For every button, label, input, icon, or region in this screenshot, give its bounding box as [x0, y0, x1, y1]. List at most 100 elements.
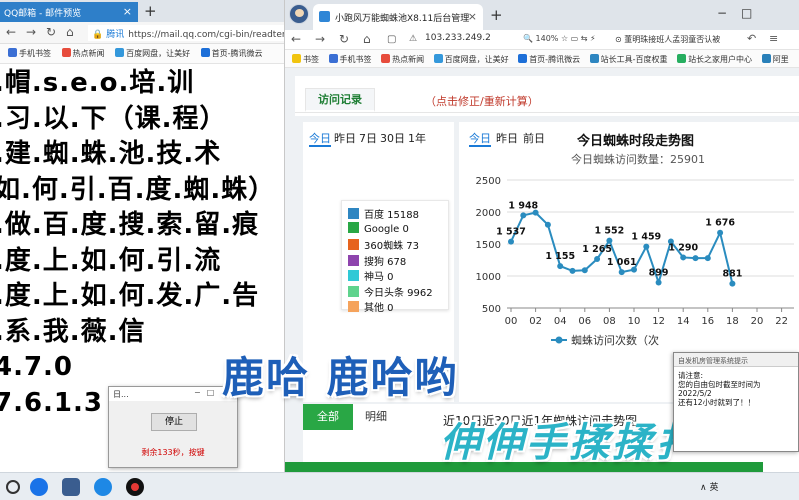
bookmark-item[interactable]: 阿里 [761, 54, 789, 64]
tab-detail[interactable]: 明细 [365, 404, 387, 430]
tab-yesterday[interactable]: 昨日 [496, 132, 518, 145]
legend-item: 神马 0 [348, 268, 442, 284]
legend-swatch [348, 221, 359, 233]
zoom-value: 140% [535, 34, 559, 43]
bookmark-item[interactable]: 热点新闻 [61, 48, 105, 58]
tab-today[interactable]: 今日 [469, 132, 491, 147]
split-icon[interactable]: ▢ [387, 34, 396, 45]
close-icon[interactable]: × [468, 10, 477, 23]
left-tab-title: QQ邮箱 - 邮件预览 [4, 9, 82, 19]
data-point [532, 209, 539, 216]
data-label: 1 948 [508, 200, 538, 211]
data-label: 1 155 [545, 251, 575, 262]
legend-item: 今日头条 9962 [348, 284, 442, 300]
app-icon[interactable] [62, 478, 80, 496]
legend-item: Google 0 [348, 221, 442, 238]
new-tab-icon[interactable]: + [490, 6, 503, 24]
tab-day-before[interactable]: 前日 [523, 132, 545, 145]
legend-label: 搜狗 678 [364, 256, 407, 268]
legend-swatch [348, 301, 359, 312]
data-label: 1 290 [668, 242, 698, 253]
source-legend: 百度 15188 Google 0 360蜘蛛 73 搜狗 678 神马 0 今日头条 9… [341, 200, 449, 314]
new-tab-icon[interactable]: + [144, 2, 157, 20]
text-line: 如.何.引.百.度.蜘.蛛） [0, 174, 276, 205]
legend-label: 其他 0 [364, 303, 394, 314]
data-point [729, 280, 736, 287]
cast-icon: ▭ [570, 34, 579, 43]
stop-button[interactable]: 停止 [151, 413, 197, 431]
x-tick-label: 02 [529, 316, 542, 327]
profile-avatar[interactable] [289, 4, 309, 24]
y-tick-label: 1500 [476, 240, 501, 251]
security-icon[interactable]: ⚠ [409, 34, 417, 44]
forward-icon[interactable]: → [26, 25, 36, 39]
recalculate-link[interactable]: （点击修正/重新计算） [425, 93, 539, 109]
bookmark-item[interactable]: 首页-腾讯微云 [518, 54, 580, 64]
legend-item: 百度 15188 [348, 206, 442, 222]
tab-7days[interactable]: 7日 [359, 132, 377, 145]
bolt-icon: ⚡ [590, 34, 596, 43]
tab-yesterday[interactable]: 昨日 [334, 132, 356, 145]
left-browser-tab[interactable]: QQ邮箱 - 邮件预览 × [0, 2, 138, 22]
data-point [508, 238, 514, 245]
period-tabs: 今日 昨日 7日 30日 1年 [309, 130, 429, 147]
legend-swatch [348, 208, 359, 219]
right-browser-tab[interactable]: 小跑风万能蜘蛛池X8.11后台管理 × [313, 4, 483, 30]
zoom-icon: 🔍 [523, 34, 533, 43]
data-label: 1 552 [595, 226, 625, 237]
bookmark-item[interactable]: 热点新闻 [381, 54, 424, 64]
legend-label: Google 0 [364, 223, 409, 235]
forward-icon[interactable]: → [315, 32, 325, 46]
back-icon[interactable]: ← [291, 32, 301, 46]
home-icon[interactable]: ⌂ [363, 32, 371, 46]
refresh-icon[interactable]: ↻ [46, 25, 56, 39]
lock-icon: 🔒 [92, 30, 104, 40]
bookmark-item[interactable]: 手机书签 [8, 48, 51, 58]
star-icon: ☆ [560, 34, 569, 43]
zoom-level[interactable]: 🔍 140% ☆ ▭ ⇆ ⚡ [523, 34, 596, 43]
menu-icon[interactable]: ≡ [769, 32, 778, 45]
timer-dialog: 日... −□× 停止 剩余133秒，按键 [108, 386, 238, 468]
refresh-icon[interactable]: ↻ [339, 32, 349, 46]
tab-1year[interactable]: 1年 [408, 132, 426, 145]
tab-all[interactable]: 全部 [303, 404, 353, 430]
bookmark-item[interactable]: 百度网盘，让美好 [433, 54, 509, 64]
overlay-caption: 伸伸手揉揉扌 [440, 420, 698, 466]
chart-title: 今日蜘蛛时段走势图 [577, 134, 695, 149]
home-icon[interactable]: ⌂ [66, 25, 74, 39]
search-icon[interactable] [6, 480, 20, 494]
window-controls[interactable]: −□ [717, 6, 766, 20]
data-label: 899 [649, 267, 669, 278]
bookmark-item[interactable]: 站长之家用户中心 [677, 54, 752, 64]
browser-icon[interactable] [30, 478, 48, 496]
notice-title: 自发机房管理系统提示 [674, 353, 798, 367]
site-favicon-icon [319, 11, 330, 22]
x-tick-label: 10 [628, 316, 641, 327]
data-label: 1 061 [607, 257, 637, 268]
close-icon[interactable]: × [123, 5, 132, 18]
news-ticker[interactable]: ⊙ 董明珠接班人孟羽童否认被 [615, 34, 745, 45]
k-app-icon[interactable] [94, 478, 112, 496]
text-line: .度.上.如.何.发.广.告 [0, 281, 260, 311]
left-url-field[interactable]: 🔒腾讯https://mail.qq.com/cgi-bin/readtempl… [88, 25, 284, 41]
right-tab-bar: 小跑风万能蜘蛛池X8.11后台管理 × + −□ [285, 0, 799, 30]
y-tick-label: 500 [482, 304, 501, 315]
system-tray[interactable]: ∧ 英 [700, 480, 718, 493]
bookmark-item[interactable]: 书签 [292, 54, 319, 64]
bookmark-item[interactable]: 百度网盘，让美好 [115, 48, 190, 58]
translate-icon: ⇆ [580, 34, 588, 43]
data-point [594, 256, 601, 263]
bookmark-item[interactable]: 手机书签 [328, 54, 372, 64]
bookmark-item[interactable]: 首页-腾讯微云 [200, 48, 263, 58]
legend-item: 搜狗 678 [348, 253, 442, 269]
legend-swatch [348, 270, 359, 281]
tab-30days[interactable]: 30日 [380, 132, 405, 145]
data-label: 1 459 [631, 232, 661, 243]
tab-visit-records[interactable]: 访问记录 [305, 88, 375, 112]
record-icon[interactable] [126, 478, 144, 496]
bookmark-item[interactable]: 站长工具-百度权重 [589, 54, 668, 64]
undo-icon[interactable]: ↶ [747, 32, 756, 45]
tab-today[interactable]: 今日 [309, 132, 331, 147]
right-url-field[interactable]: 103.233.249.2 [425, 33, 491, 43]
back-icon[interactable]: ← [6, 25, 16, 39]
